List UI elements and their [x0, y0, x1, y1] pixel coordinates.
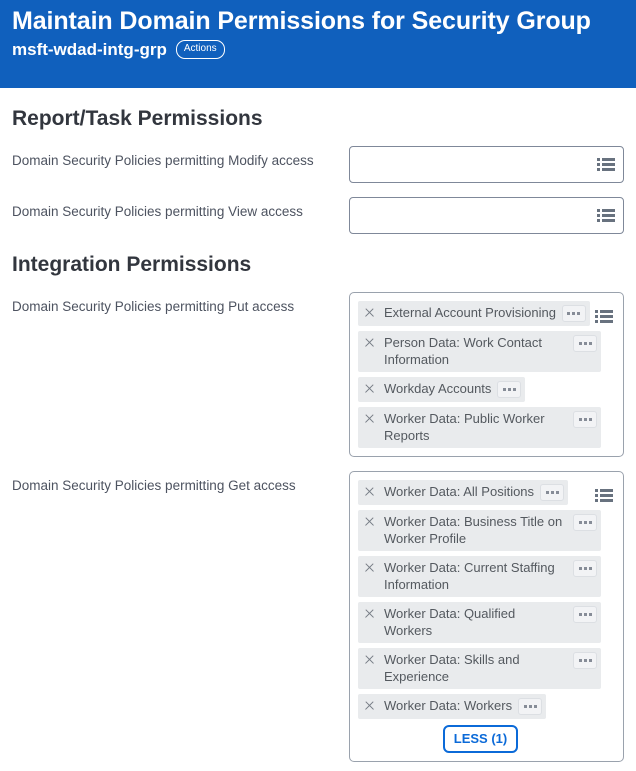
multiselect-get-access[interactable]: Worker Data: All Positions Worker Data: … — [349, 471, 624, 762]
section-heading-integration: Integration Permissions — [12, 252, 624, 278]
ellipsis-icon[interactable] — [573, 606, 597, 623]
list-item[interactable]: Worker Data: Public Worker Reports — [358, 407, 601, 448]
list-icon[interactable] — [597, 209, 615, 223]
list-icon[interactable] — [595, 310, 613, 324]
field-label-get-access: Domain Security Policies permitting Get … — [12, 471, 349, 494]
field-label-put-access: Domain Security Policies permitting Put … — [12, 292, 349, 315]
close-icon[interactable] — [362, 304, 378, 321]
prompt-input-view-access[interactable] — [349, 197, 624, 234]
chip-label: Worker Data: All Positions — [384, 483, 540, 500]
prompt-input-modify-access[interactable] — [349, 146, 624, 183]
chip-label: Worker Data: Current Staffing Informatio… — [384, 559, 573, 593]
chip-label: Worker Data: Skills and Experience — [384, 651, 573, 685]
page-title: Maintain Domain Permissions for Security… — [12, 6, 624, 36]
subtitle-row: msft-wdad-intg-grp Actions — [12, 39, 624, 60]
list-item[interactable]: External Account Provisioning — [358, 301, 590, 326]
list-item[interactable]: Worker Data: Business Title on Worker Pr… — [358, 510, 601, 551]
chip-label: Worker Data: Workers — [384, 697, 518, 714]
chip-list-get-access: Worker Data: All Positions Worker Data: … — [358, 480, 601, 719]
list-item[interactable]: Worker Data: Skills and Experience — [358, 648, 601, 689]
chip-list-put-access: External Account Provisioning Person Dat… — [358, 301, 601, 448]
chip-label: Worker Data: Business Title on Worker Pr… — [384, 513, 573, 547]
list-item[interactable]: Worker Data: Qualified Workers — [358, 602, 601, 643]
ellipsis-icon[interactable] — [573, 411, 597, 428]
list-item[interactable]: Person Data: Work Contact Information — [358, 331, 601, 372]
close-icon[interactable] — [362, 483, 378, 500]
security-group-name: msft-wdad-intg-grp — [12, 39, 167, 60]
ellipsis-icon[interactable] — [562, 305, 586, 322]
chip-label: Worker Data: Public Worker Reports — [384, 410, 573, 444]
close-icon[interactable] — [362, 605, 378, 622]
ellipsis-icon[interactable] — [573, 514, 597, 531]
field-label-modify-access: Domain Security Policies permitting Modi… — [12, 146, 349, 169]
list-icon[interactable] — [597, 158, 615, 172]
list-item[interactable]: Workday Accounts — [358, 377, 525, 402]
section-heading-report-task: Report/Task Permissions — [12, 106, 624, 132]
field-row-get-access: Domain Security Policies permitting Get … — [12, 471, 624, 762]
ellipsis-icon[interactable] — [497, 381, 521, 398]
field-row-put-access: Domain Security Policies permitting Put … — [12, 292, 624, 457]
list-item[interactable]: Worker Data: All Positions — [358, 480, 568, 505]
ellipsis-icon[interactable] — [540, 484, 564, 501]
less-row: LESS (1) — [358, 725, 615, 753]
chip-label: Workday Accounts — [384, 380, 497, 397]
field-row-view-access: Domain Security Policies permitting View… — [12, 197, 624, 234]
field-label-view-access: Domain Security Policies permitting View… — [12, 197, 349, 220]
field-row-modify-access: Domain Security Policies permitting Modi… — [12, 146, 624, 183]
ellipsis-icon[interactable] — [573, 335, 597, 352]
list-icon[interactable] — [595, 489, 613, 503]
show-less-button[interactable]: LESS (1) — [443, 725, 518, 753]
chip-label: Worker Data: Qualified Workers — [384, 605, 573, 639]
close-icon[interactable] — [362, 559, 378, 576]
page-content: Report/Task Permissions Domain Security … — [0, 106, 636, 762]
close-icon[interactable] — [362, 651, 378, 668]
ellipsis-icon[interactable] — [573, 652, 597, 669]
list-item[interactable]: Worker Data: Current Staffing Informatio… — [358, 556, 601, 597]
chip-label: External Account Provisioning — [384, 304, 562, 321]
chip-label: Person Data: Work Contact Information — [384, 334, 573, 368]
page-header: Maintain Domain Permissions for Security… — [0, 0, 636, 88]
close-icon[interactable] — [362, 380, 378, 397]
multiselect-put-access[interactable]: External Account Provisioning Person Dat… — [349, 292, 624, 457]
actions-button[interactable]: Actions — [176, 40, 225, 59]
ellipsis-icon[interactable] — [518, 698, 542, 715]
close-icon[interactable] — [362, 410, 378, 427]
list-item[interactable]: Worker Data: Workers — [358, 694, 546, 719]
close-icon[interactable] — [362, 334, 378, 351]
ellipsis-icon[interactable] — [573, 560, 597, 577]
close-icon[interactable] — [362, 697, 378, 714]
close-icon[interactable] — [362, 513, 378, 530]
